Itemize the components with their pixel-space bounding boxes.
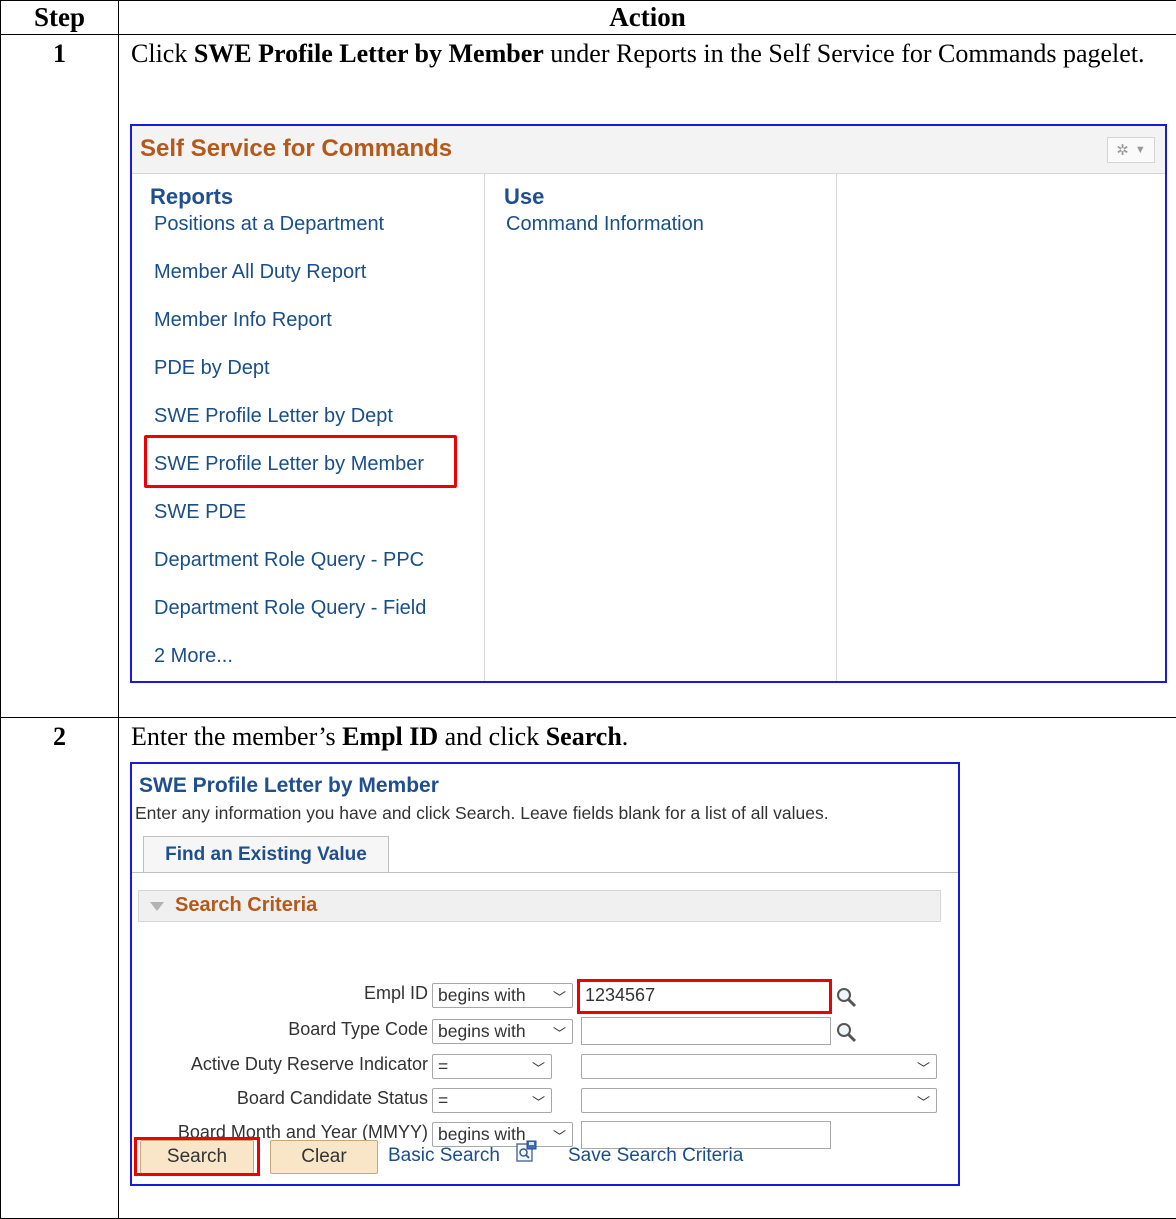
tab-find-existing-value[interactable]: Find an Existing Value xyxy=(143,836,389,872)
lookup-icon[interactable] xyxy=(835,1021,857,1043)
board-type-code-label: Board Type Code xyxy=(288,1019,428,1039)
gear-icon: ✲ xyxy=(1116,142,1129,159)
use-column: Use Command Information xyxy=(484,174,837,681)
lookup-icon[interactable] xyxy=(835,986,857,1008)
search-page: SWE Profile Letter by Member Enter any i… xyxy=(130,762,960,1186)
tab-divider xyxy=(132,872,958,873)
pagelet-options-button[interactable]: ✲ ▼ xyxy=(1107,137,1155,163)
chevron-down-icon: ﹀ xyxy=(531,1061,545,1076)
report-link-department-role-query-field[interactable]: Department Role Query - Field xyxy=(154,597,426,620)
save-search-icon[interactable] xyxy=(516,1140,538,1164)
board-candidate-status-value-select[interactable]: ﹀ xyxy=(581,1088,937,1113)
search-page-description: Enter any information you have and click… xyxy=(135,803,829,823)
use-heading: Use xyxy=(504,184,545,209)
save-search-criteria-link[interactable]: Save Search Criteria xyxy=(568,1145,743,1167)
clear-button[interactable]: Clear xyxy=(270,1140,378,1174)
search-criteria-header[interactable]: Search Criteria xyxy=(138,890,941,922)
basic-search-link[interactable]: Basic Search xyxy=(388,1145,500,1167)
report-link-member-info-report[interactable]: Member Info Report xyxy=(154,309,332,332)
board-candidate-status-operator-select[interactable]: = ﹀ xyxy=(432,1088,552,1113)
empl-id-operator-select[interactable]: begins with ﹀ xyxy=(432,983,573,1008)
report-link-swe-pde[interactable]: SWE PDE xyxy=(154,501,246,524)
active-duty-reserve-indicator-operator-select[interactable]: = ﹀ xyxy=(432,1054,552,1079)
use-link-command-information[interactable]: Command Information xyxy=(506,213,704,236)
chevron-down-icon: ﹀ xyxy=(552,1026,566,1041)
step-number-2: 2 xyxy=(0,717,119,1219)
search-criteria-label: Search Criteria xyxy=(175,894,318,916)
reports-column: Reports Positions at a Department Member… xyxy=(132,174,485,681)
pagelet-header: Self Service for Commands ✲ ▼ xyxy=(132,126,1165,174)
report-link-pde-by-dept[interactable]: PDE by Dept xyxy=(154,357,270,380)
board-month-year-operator-select[interactable]: begins with ﹀ xyxy=(432,1122,573,1147)
report-link-more[interactable]: 2 More... xyxy=(154,645,233,668)
chevron-down-icon: ﹀ xyxy=(916,1061,930,1076)
active-duty-reserve-indicator-value-select[interactable]: ﹀ xyxy=(581,1054,937,1079)
board-type-code-operator-select[interactable]: begins with ﹀ xyxy=(432,1019,573,1044)
board-type-code-input[interactable] xyxy=(581,1017,831,1045)
chevron-down-icon: ▼ xyxy=(1134,144,1146,156)
report-link-positions-at-a-department[interactable]: Positions at a Department xyxy=(154,213,384,236)
highlight-box xyxy=(134,1137,260,1176)
chevron-down-icon: ﹀ xyxy=(552,1129,566,1144)
chevron-down-icon: ﹀ xyxy=(916,1095,930,1110)
pagelet-title: Self Service for Commands xyxy=(140,135,453,162)
report-link-swe-profile-letter-by-dept[interactable]: SWE Profile Letter by Dept xyxy=(154,405,393,428)
chevron-down-icon: ﹀ xyxy=(552,990,566,1005)
collapse-triangle-icon xyxy=(150,902,164,911)
step-number-1: 1 xyxy=(0,34,119,718)
search-page-title: SWE Profile Letter by Member xyxy=(139,774,439,797)
highlight-box xyxy=(144,435,457,488)
board-candidate-status-label: Board Candidate Status xyxy=(236,1088,428,1108)
self-service-pagelet: Self Service for Commands ✲ ▼ Reports Po… xyxy=(130,124,1167,683)
report-link-member-all-duty-report[interactable]: Member All Duty Report xyxy=(154,261,366,284)
report-link-department-role-query-ppc[interactable]: Department Role Query - PPC xyxy=(154,549,424,572)
highlight-box xyxy=(577,979,832,1014)
reports-heading: Reports xyxy=(150,184,234,209)
active-duty-reserve-indicator-label: Active Duty Reserve Indicator xyxy=(190,1054,428,1074)
header-action: Action xyxy=(118,0,1176,35)
header-step: Step xyxy=(0,0,119,35)
empl-id-label: Empl ID xyxy=(363,983,428,1003)
chevron-down-icon: ﹀ xyxy=(531,1095,545,1110)
